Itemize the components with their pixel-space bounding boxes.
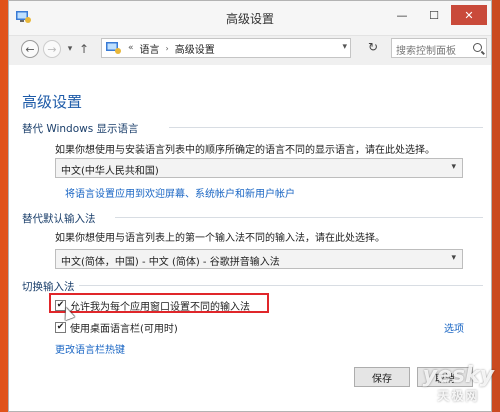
window-controls: — ☐ ✕ — [387, 5, 487, 25]
display-language-select[interactable]: 中文(中华人民共和国) ▾ — [55, 158, 463, 178]
navigation-bar: ← → ▾ ↑ « 语言 › 高级设置 ▾ ↻ 搜索控制面板 — [9, 36, 491, 62]
main-content: 高级设置 替代 Windows 显示语言 如果你想使用与安装语言列表中的顺序所确… — [9, 65, 491, 411]
refresh-icon[interactable]: ↻ — [365, 40, 381, 56]
display-language-description: 如果你想使用与安装语言列表中的顺序所确定的语言不同的显示语言，请在此处选择。 — [55, 145, 435, 156]
up-arrow-icon[interactable]: ↑ — [79, 42, 89, 56]
section-title-display-language: 替代 Windows 显示语言 — [22, 123, 139, 135]
breadcrumb-separator-icon: › — [165, 43, 169, 53]
section-divider — [79, 285, 483, 286]
control-panel-icon — [106, 42, 121, 54]
address-dropdown-chevron-down-icon[interactable]: ▾ — [342, 42, 347, 52]
watermark-line1: yesky — [422, 363, 494, 388]
change-hotkeys-link[interactable]: 更改语言栏热键 — [55, 341, 125, 356]
minimize-button[interactable]: — — [387, 5, 417, 25]
breadcrumb-overflow-icon[interactable]: « — [128, 43, 134, 53]
display-language-selected: 中文(中华人民共和国) — [61, 166, 159, 177]
watermark-line2: 天极网 — [437, 389, 480, 403]
back-button[interactable]: ← — [21, 40, 39, 58]
search-input[interactable]: 搜索控制面板 — [391, 38, 487, 58]
section-divider — [115, 217, 483, 218]
address-bar[interactable]: « 语言 › 高级设置 ▾ — [101, 38, 351, 58]
section-title-input-method: 替代默认输入法 — [22, 213, 96, 225]
close-button[interactable]: ✕ — [451, 5, 487, 25]
breadcrumb-item-language[interactable]: 语言 — [140, 41, 160, 56]
options-link[interactable]: 选项 — [444, 320, 464, 335]
save-button[interactable]: 保存 — [354, 367, 410, 387]
chevron-down-icon: ▾ — [451, 162, 456, 172]
desktop-language-bar-label: 使用桌面语言栏(可用时) — [70, 324, 178, 335]
watermark-logo: yesky 天极网 — [423, 365, 494, 404]
advanced-settings-window: 高级设置 — ☐ ✕ ← → ▾ ↑ « 语言 › 高级设置 ▾ ↻ 搜索控制面… — [8, 0, 492, 412]
chevron-down-icon: ▾ — [451, 253, 456, 263]
input-method-select[interactable]: 中文(简体，中国) - 中文 (简体) - 谷歌拼音输入法 ▾ — [55, 249, 463, 269]
input-method-description: 如果你想使用与语言列表上的第一个输入法不同的输入法，请在此处选择。 — [55, 233, 385, 244]
recent-locations-chevron-down-icon[interactable]: ▾ — [65, 44, 75, 54]
title-bar[interactable]: 高级设置 — ☐ ✕ — [9, 1, 491, 36]
breadcrumb-item-advanced[interactable]: 高级设置 — [175, 41, 215, 56]
search-icon[interactable] — [473, 43, 482, 52]
desktop-language-bar-checkbox[interactable]: ✔ — [55, 322, 66, 333]
desktop-language-bar-checkbox-row[interactable]: ✔ 使用桌面语言栏(可用时) — [55, 320, 178, 335]
section-divider — [169, 127, 483, 128]
page-title: 高级设置 — [22, 93, 83, 111]
input-method-selected: 中文(简体，中国) - 中文 (简体) - 谷歌拼音输入法 — [61, 257, 280, 268]
section-title-switch-input: 切换输入法 — [22, 281, 75, 293]
search-placeholder: 搜索控制面板 — [396, 46, 456, 57]
apply-language-settings-link[interactable]: 将语言设置应用到欢迎屏幕、系统帐户和新用户帐户 — [65, 185, 295, 200]
maximize-button[interactable]: ☐ — [419, 5, 449, 25]
forward-button[interactable]: → — [43, 40, 61, 58]
highlight-annotation — [49, 293, 269, 313]
